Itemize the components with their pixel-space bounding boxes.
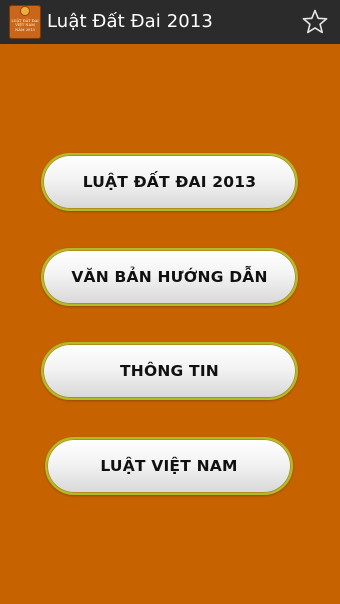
thong-tin-button[interactable]: THÔNG TIN	[41, 342, 298, 400]
van-ban-huong-dan-button[interactable]: VĂN BẢN HƯỚNG DẪN	[41, 248, 298, 306]
star-outline-icon	[302, 9, 328, 34]
menu-button-label: VĂN BẢN HƯỚNG DẪN	[71, 268, 268, 286]
action-bar: LUẬT ĐẤT ĐAI VIỆT NAM NĂM 2013 Luật Đất …	[0, 0, 340, 44]
app-icon-line-3: NĂM 2013	[15, 27, 35, 32]
luat-viet-nam-button[interactable]: LUẬT VIỆT NAM	[45, 437, 293, 495]
luat-dat-dai-2013-button[interactable]: LUẬT ĐẤT ĐAI 2013	[41, 153, 298, 211]
app-logo-icon: LUẬT ĐẤT ĐAI VIỆT NAM NĂM 2013	[9, 5, 41, 39]
menu-button-label: LUẬT ĐẤT ĐAI 2013	[82, 173, 257, 191]
emblem-icon	[21, 7, 29, 15]
menu-button-label: THÔNG TIN	[120, 362, 219, 380]
app-title: Luật Đất Đai 2013	[47, 11, 213, 32]
favorite-button[interactable]	[302, 9, 328, 35]
menu-button-label: LUẬT VIỆT NAM	[100, 457, 238, 475]
